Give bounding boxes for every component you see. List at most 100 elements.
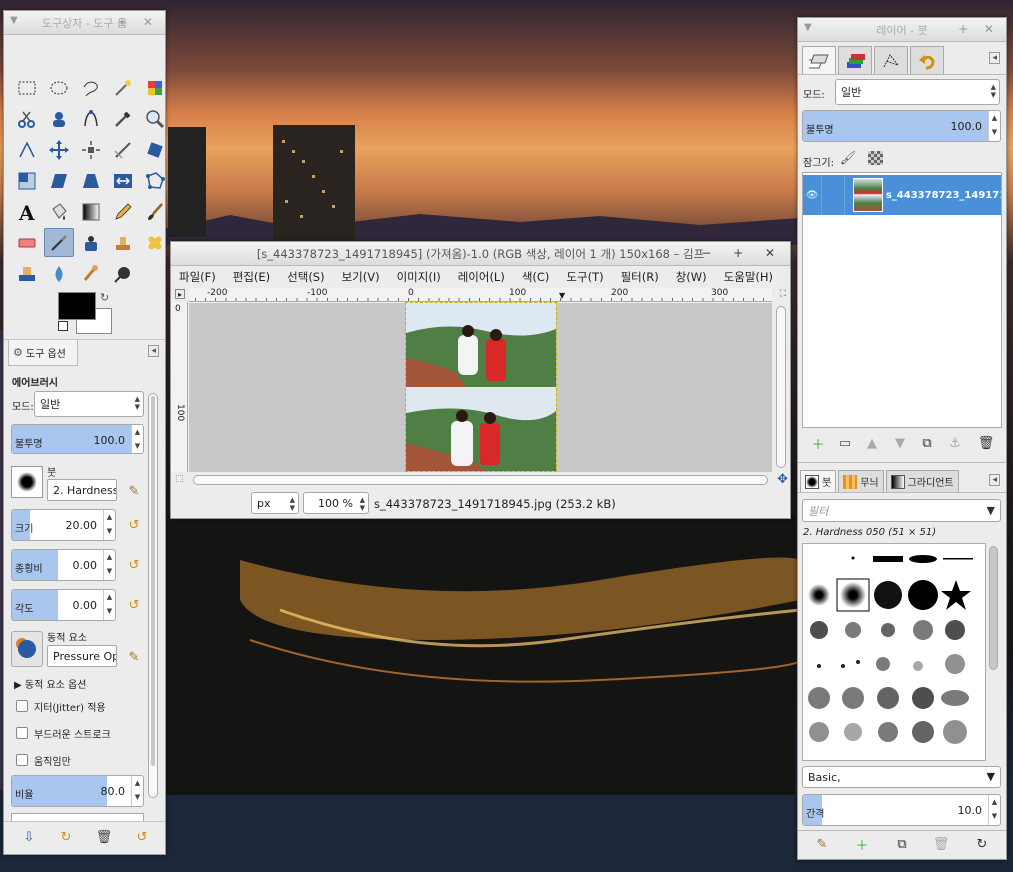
menu-item[interactable]: 이미지(I) (397, 269, 441, 285)
pencil-tool-icon[interactable] (108, 197, 138, 226)
brush-preview[interactable] (11, 466, 43, 498)
lower-layer-icon[interactable]: ▼ (890, 433, 910, 453)
measure-tool-icon[interactable] (12, 135, 42, 164)
visibility-eye-icon[interactable]: 👁 (803, 190, 821, 201)
aspect-ratio-spinner-icon[interactable]: ▲ ▼ (103, 550, 115, 580)
text-tool-icon[interactable]: A (12, 197, 42, 226)
smudge-tool-icon[interactable] (76, 259, 106, 288)
edit-brush-icon[interactable]: ✎ (812, 834, 832, 854)
menu-item[interactable]: 편집(E) (233, 269, 270, 285)
brush-preset-select[interactable]: Basic, ▼ (802, 766, 1001, 788)
menu-item[interactable]: 보기(V) (342, 269, 380, 285)
shear-tool-icon[interactable] (44, 166, 74, 195)
eraser-tool-icon[interactable] (12, 228, 42, 257)
color-select-tool-icon[interactable] (140, 73, 170, 102)
foreground-color-swatch[interactable] (58, 292, 96, 320)
opacity-spinner-icon[interactable]: ▲ ▼ (131, 425, 143, 453)
blur-tool-icon[interactable] (44, 259, 74, 288)
canvas-area[interactable] (189, 302, 772, 472)
new-layer-icon[interactable]: ＋ (808, 433, 828, 453)
reset-options-icon[interactable]: ↺ (132, 827, 152, 847)
restore-options-icon[interactable]: ↻ (56, 827, 76, 847)
crop-tool-icon[interactable] (108, 135, 138, 164)
perspective-clone-tool-icon[interactable] (12, 259, 42, 288)
ellipse-select-tool-icon[interactable] (44, 73, 74, 102)
menu-item[interactable]: 필터(R) (621, 269, 659, 285)
spacing-spinner-icon[interactable]: ▲ ▼ (988, 795, 1000, 825)
smooth-stroke-checkbox[interactable] (16, 727, 28, 739)
image-canvas[interactable] (405, 302, 557, 472)
lock-alpha-icon[interactable] (868, 151, 883, 165)
opacity-slider[interactable]: 불투명 100.0 ▲ ▼ (11, 424, 144, 454)
duplicate-brush-icon[interactable]: ⧉ (892, 834, 912, 854)
panel-menu-icon[interactable]: ◂ (989, 474, 1000, 486)
scale-tool-icon[interactable] (12, 166, 42, 195)
rotate-tool-icon[interactable] (140, 135, 170, 164)
window-menu-icon[interactable]: ▼ (10, 15, 18, 26)
tab-layers[interactable] (802, 46, 836, 74)
layers-list[interactable]: 👁 s_443378723_1491718 (802, 172, 1002, 441)
toolbox-titlebar[interactable]: ▼ 도구상자 - 도구 옵 + ✕ (4, 11, 165, 35)
refresh-brushes-icon[interactable]: ↻ (972, 834, 992, 854)
dynamics-edit-icon[interactable]: ✎ (124, 647, 144, 667)
brush-grid[interactable] (802, 543, 986, 761)
paintbrush-tool-icon[interactable] (140, 197, 170, 226)
layer-opacity-spinner-icon[interactable]: ▲ ▼ (988, 111, 1000, 141)
layers-titlebar[interactable]: ▼ 레이어 - 붓 + ✕ (798, 18, 1006, 42)
blend-tool-icon[interactable] (76, 197, 106, 226)
vertical-scrollbar[interactable] (776, 306, 786, 468)
angle-reset-icon[interactable]: ↺ (124, 595, 144, 615)
tab-patterns[interactable]: 무늬 (838, 470, 884, 492)
perspective-tool-icon[interactable] (76, 166, 106, 195)
flow-slider-partial[interactable] (11, 813, 144, 821)
menu-item[interactable]: 도구(T) (566, 269, 603, 285)
menu-item[interactable]: 레이어(L) (458, 269, 505, 285)
menu-item[interactable]: 색(C) (522, 269, 550, 285)
image-window-controls[interactable]: − + ✕ (701, 246, 784, 260)
size-spinner-icon[interactable]: ▲ ▼ (103, 510, 115, 540)
size-slider[interactable]: 크기 20.00 ▲ ▼ (11, 509, 116, 541)
heal-tool-icon[interactable] (140, 228, 170, 257)
tab-paths[interactable] (874, 46, 908, 74)
fuzzy-select-tool-icon[interactable] (108, 73, 138, 102)
zoom-select[interactable]: 100 % ▲ ▼ (303, 492, 369, 514)
save-options-icon[interactable]: ⇩ (19, 827, 39, 847)
size-reset-icon[interactable]: ↺ (124, 515, 144, 535)
move-tool-icon[interactable] (44, 135, 74, 164)
anchor-layer-icon[interactable]: ⚓ (945, 433, 965, 453)
new-layer-group-icon[interactable]: ▭ (835, 433, 855, 453)
scissors-tool-icon[interactable] (12, 104, 42, 133)
motion-only-checkbox[interactable] (16, 754, 28, 766)
mode-select[interactable]: 일반 ▲ ▼ (34, 391, 144, 417)
menu-item[interactable]: 선택(S) (287, 269, 324, 285)
menu-item[interactable]: 파일(F) (179, 269, 216, 285)
default-colors-icon[interactable] (58, 321, 68, 331)
dynamics-preview[interactable] (11, 631, 43, 667)
dodge-burn-tool-icon[interactable] (108, 259, 138, 288)
image-window-titlebar[interactable]: [s_443378723_1491718945] (가져옴)-1.0 (RGB … (171, 242, 790, 266)
rect-select-tool-icon[interactable] (12, 73, 42, 102)
delete-layer-icon[interactable]: 🗑 (976, 433, 996, 453)
foreground-select-tool-icon[interactable] (44, 104, 74, 133)
paths-tool-icon[interactable] (76, 104, 106, 133)
quick-mask-icon[interactable]: ⬚ (175, 474, 184, 484)
angle-spinner-icon[interactable]: ▲ ▼ (103, 590, 115, 620)
window-menu-icon[interactable]: ▼ (804, 22, 812, 33)
bucket-fill-tool-icon[interactable] (44, 197, 74, 226)
dynamics-options-expander[interactable]: ▶ 동적 요소 옵션 (14, 676, 86, 691)
ink-tool-icon[interactable] (76, 228, 106, 257)
spacing-slider[interactable]: 간격 10.0 ▲ ▼ (802, 794, 1001, 826)
angle-slider[interactable]: 각도 0.00 ▲ ▼ (11, 589, 116, 621)
quick-mask-menu-icon[interactable]: ▸ (175, 289, 185, 299)
unit-select[interactable]: px ▲ ▼ (251, 492, 299, 514)
zoom-fit-icon[interactable]: ⛶ (780, 289, 786, 299)
layer-mode-select[interactable]: 일반 ▲ ▼ (835, 79, 1000, 105)
clone-tool-icon[interactable] (108, 228, 138, 257)
layers-window-controls[interactable]: + ✕ (958, 22, 1000, 36)
brush-field[interactable]: 2. Hardness 0 (47, 479, 117, 501)
airbrush-tool-icon[interactable] (44, 228, 74, 257)
color-picker-tool-icon[interactable] (108, 104, 138, 133)
menu-item[interactable]: 도움말(H) (724, 269, 773, 285)
new-brush-icon[interactable]: ＋ (852, 834, 872, 854)
brush-edit-icon[interactable]: ✎ (124, 481, 144, 501)
